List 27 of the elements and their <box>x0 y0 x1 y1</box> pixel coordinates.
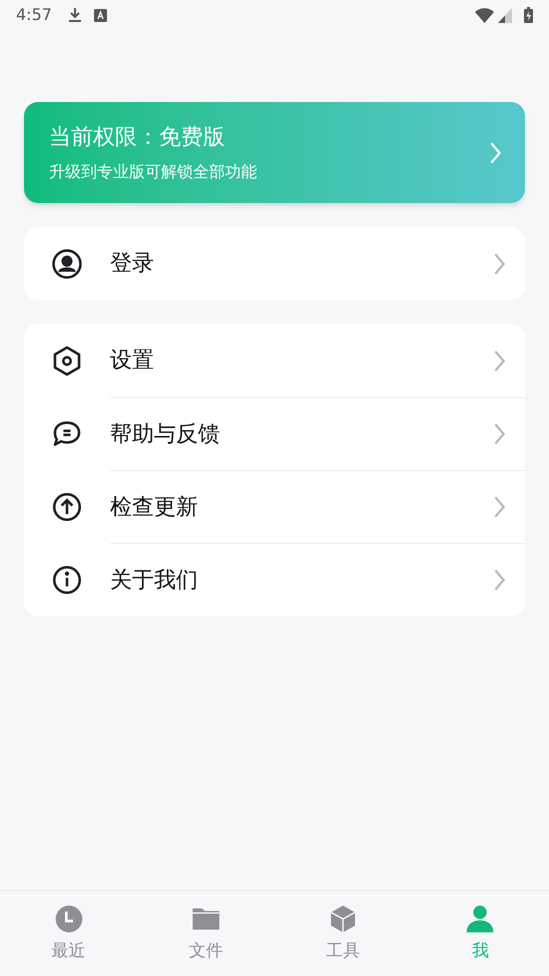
signal-icon <box>498 8 512 22</box>
menu-item-label: 帮助与反馈 <box>110 420 221 448</box>
status-time: 4:57 <box>16 4 52 26</box>
menu-item-label: 设置 <box>110 347 155 375</box>
user-icon <box>50 246 84 280</box>
menu-item[interactable]: 登录 <box>24 227 525 300</box>
menu-item[interactable]: 关于我们 <box>24 543 525 616</box>
chevron-right-icon <box>494 423 505 445</box>
menu-item[interactable]: 检查更新 <box>24 470 525 543</box>
battery-charging-icon <box>524 7 533 23</box>
menu-item-label: 检查更新 <box>110 494 199 522</box>
chevron-right-icon <box>494 496 505 518</box>
chevron-right-icon <box>494 252 505 274</box>
menu-item-label: 登录 <box>110 250 155 278</box>
clock-icon <box>52 902 85 935</box>
chevron-right-icon <box>490 142 501 164</box>
person-icon <box>464 902 496 935</box>
menu-item-label: 关于我们 <box>110 566 199 594</box>
download-icon <box>68 7 82 23</box>
chevron-right-icon <box>494 350 505 372</box>
chevron-right-icon <box>494 569 505 591</box>
banner-title: 当前权限：免费版 <box>49 124 226 152</box>
wifi-icon <box>475 8 494 22</box>
menu-item[interactable]: 设置 <box>24 324 525 397</box>
keyboard-app-icon <box>94 8 107 22</box>
menu-item[interactable]: 帮助与反馈 <box>24 397 525 470</box>
banner-subtitle: 升级到专业版可解锁全部功能 <box>49 161 258 183</box>
